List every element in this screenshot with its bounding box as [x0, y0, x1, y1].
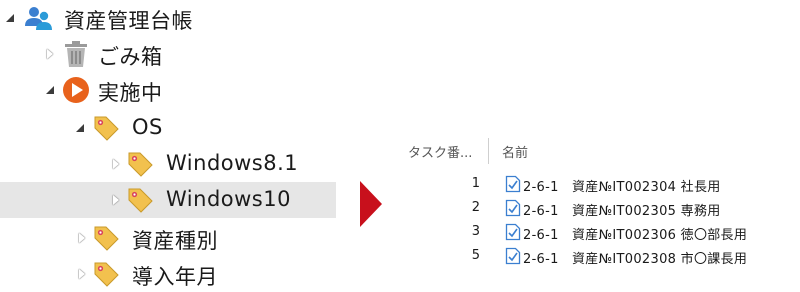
- column-header-task-number[interactable]: タスク番...: [408, 142, 472, 161]
- task-document-icon: [505, 199, 521, 217]
- tag-icon: [128, 188, 153, 213]
- play-circle-icon: [63, 77, 89, 103]
- expand-toggle-icon[interactable]: [44, 48, 56, 60]
- users-icon: [25, 7, 52, 30]
- task-document-icon: [505, 247, 521, 265]
- trash-icon: [65, 41, 87, 67]
- tag-icon: [128, 152, 153, 177]
- tree-node-asset-ledger[interactable]: 資産管理台帳: [0, 0, 340, 36]
- task-name: 2-6-1 資産№IT002308 市〇課長用: [523, 252, 748, 267]
- tag-icon: [94, 226, 119, 251]
- expand-toggle-icon[interactable]: [76, 232, 88, 244]
- tree-node-windows81[interactable]: Windows8.1: [0, 146, 340, 182]
- tree-node-os[interactable]: OS: [0, 110, 340, 146]
- task-number: 3: [471, 224, 480, 239]
- tree-node-label: 資産管理台帳: [64, 9, 193, 33]
- tree-node-label: 導入年月: [132, 265, 218, 289]
- table-row[interactable]: 5 2-6-1 資産№IT002308 市〇課長用: [400, 244, 800, 268]
- expand-toggle-icon[interactable]: [4, 12, 16, 24]
- table-row[interactable]: 3 2-6-1 資産№IT002306 徳〇部長用: [400, 220, 800, 244]
- tree-node-label: 実施中: [98, 81, 163, 105]
- tree-node-active[interactable]: 実施中: [0, 72, 340, 108]
- expand-toggle-icon[interactable]: [110, 194, 122, 206]
- tag-icon: [94, 262, 119, 287]
- pointer-arrow-icon: [360, 181, 382, 227]
- task-number: 2: [471, 200, 480, 215]
- tag-icon: [94, 116, 119, 141]
- expand-toggle-icon[interactable]: [76, 268, 88, 280]
- column-header-name[interactable]: 名前: [502, 142, 528, 161]
- expand-toggle-icon[interactable]: [44, 84, 56, 96]
- asset-tree: 資産管理台帳 ごみ箱 実施中 OS Windows8.1 Windows10 資…: [0, 0, 340, 292]
- tree-node-install-year[interactable]: 導入年月: [0, 256, 340, 292]
- task-name: 2-6-1 資産№IT002304 社長用: [523, 180, 721, 195]
- task-number: 1: [471, 176, 480, 191]
- column-divider[interactable]: [488, 138, 489, 164]
- table-row[interactable]: 1 2-6-1 資産№IT002304 社長用: [400, 172, 800, 196]
- tree-node-label: ごみ箱: [98, 45, 163, 69]
- task-document-icon: [505, 175, 521, 193]
- task-name: 2-6-1 資産№IT002306 徳〇部長用: [523, 228, 748, 243]
- tree-node-asset-type[interactable]: 資産種別: [0, 220, 340, 256]
- expand-toggle-icon[interactable]: [110, 158, 122, 170]
- tree-node-trash[interactable]: ごみ箱: [0, 36, 340, 72]
- task-name: 2-6-1 資産№IT002305 専務用: [523, 204, 721, 219]
- tree-node-label: Windows8.1: [166, 151, 299, 175]
- table-row[interactable]: 2 2-6-1 資産№IT002305 専務用: [400, 196, 800, 220]
- tree-node-label: 資産種別: [132, 229, 218, 253]
- task-document-icon: [505, 223, 521, 241]
- tree-node-label: Windows10: [166, 187, 291, 211]
- tree-node-windows10[interactable]: Windows10: [0, 182, 336, 218]
- task-number: 5: [471, 248, 480, 263]
- tree-node-label: OS: [132, 115, 163, 139]
- expand-toggle-icon[interactable]: [74, 122, 86, 134]
- task-list-header: タスク番... 名前: [400, 135, 800, 165]
